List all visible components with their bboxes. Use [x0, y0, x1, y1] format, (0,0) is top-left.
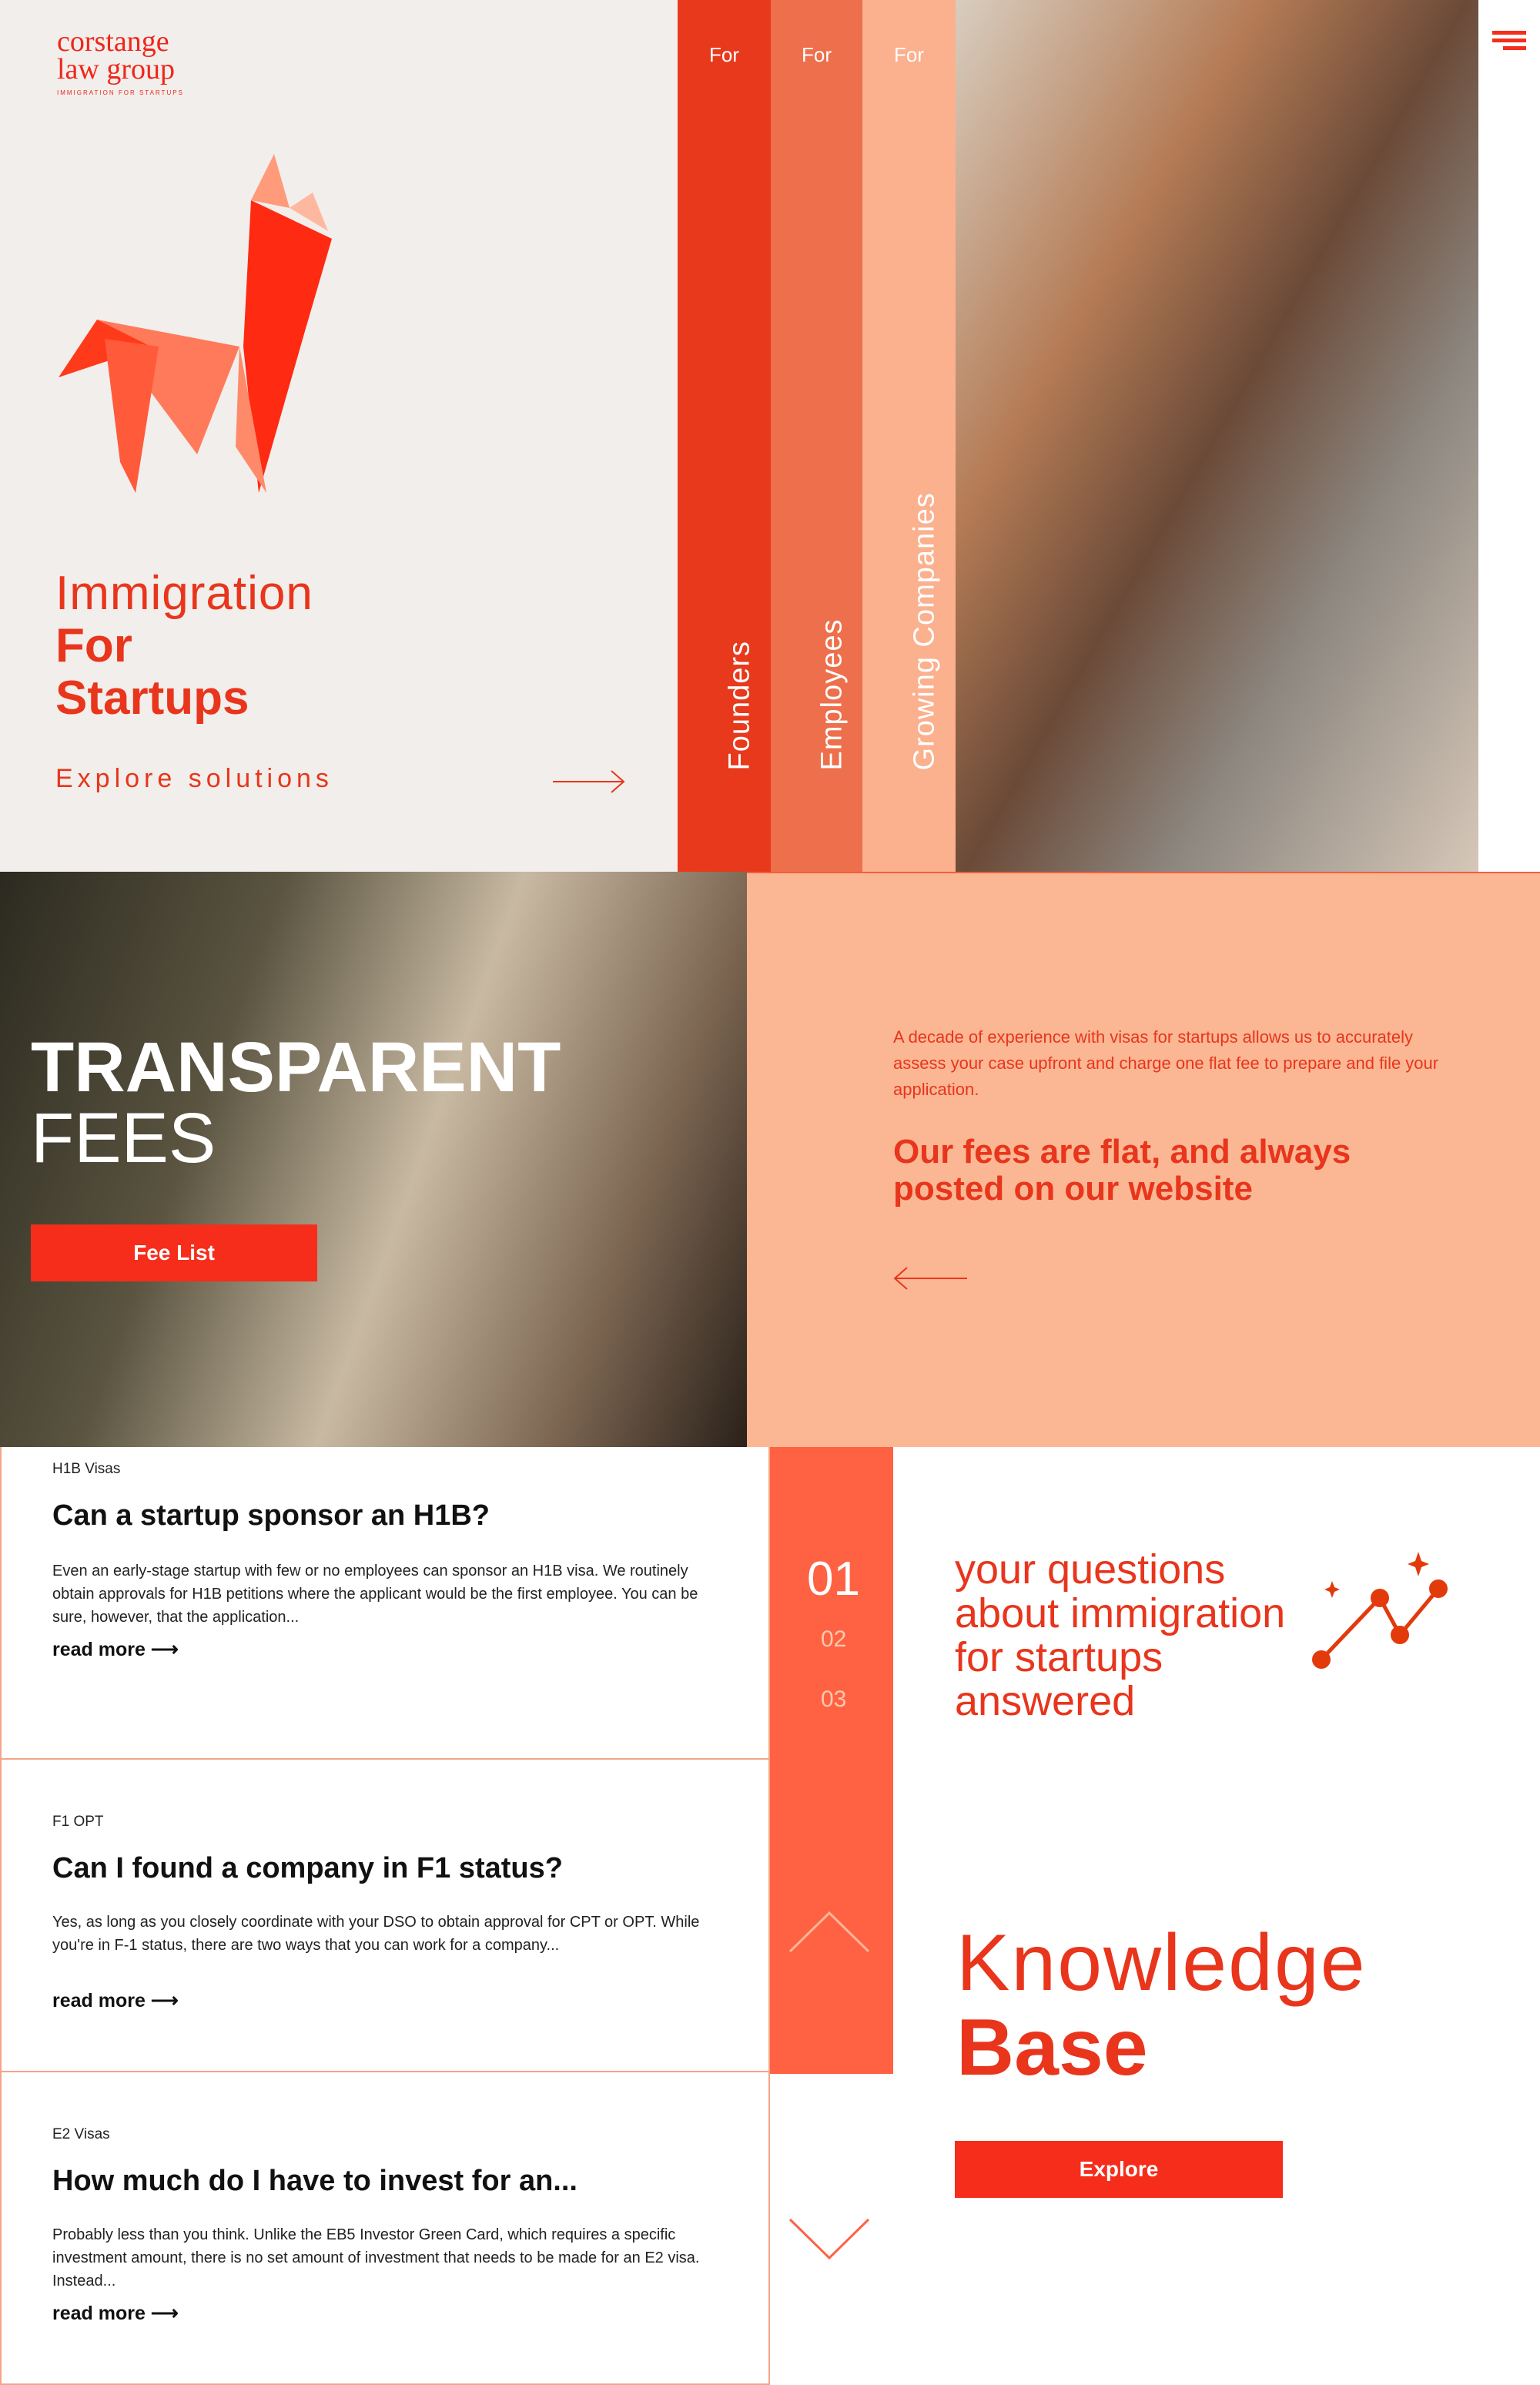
article-card[interactable]: E2 Visas How much do I have to invest for… [0, 2072, 770, 2385]
arrow-right-icon: ⟶ [150, 1639, 179, 1660]
llama-logo-icon [59, 154, 332, 493]
kb-intro: your questions about immigration for sta… [955, 1546, 1286, 1724]
pager-item-02[interactable]: 02 [821, 1626, 846, 1653]
column-growing-companies[interactable]: For Growing Companies [862, 0, 956, 872]
growth-chart-icon [1312, 1552, 1448, 1669]
logo[interactable]: corstange law group IMMIGRATION FOR STARTU… [57, 27, 184, 97]
logo-tagline: IMMIGRATION FOR STARTUPS [57, 89, 184, 96]
hamburger-menu-icon[interactable] [1492, 29, 1526, 51]
read-more-link[interactable]: read more ⟶ [52, 1638, 179, 1661]
fees-title-2: FEES [31, 1099, 216, 1177]
read-more-link[interactable]: read more ⟶ [52, 1989, 179, 2012]
column-founders[interactable]: For Founders [678, 0, 771, 872]
hero-title: Immigration [55, 567, 313, 620]
explore-button[interactable]: Explore [955, 2141, 1283, 2198]
arrow-right-icon[interactable] [551, 766, 628, 797]
arrow-right-icon: ⟶ [150, 1990, 179, 2012]
fees-body: A decade of experience with visas for st… [893, 1027, 1439, 1099]
read-more-link[interactable]: read more ⟶ [52, 2302, 179, 2325]
arrow-left-icon[interactable] [892, 1263, 969, 1294]
pager-item-01[interactable]: 01 [807, 1552, 860, 1606]
arrow-right-icon: ⟶ [150, 2303, 179, 2324]
chevron-up-icon[interactable] [787, 1908, 872, 1955]
pager-bar [770, 1447, 893, 2074]
fee-list-button[interactable]: Fee List [31, 1224, 317, 1281]
fees-title: TRANSPARENT [31, 1028, 561, 1107]
fees-headline: Our fees are flat, and always posted on … [893, 1133, 1351, 1208]
logo-line2: law group [57, 53, 176, 85]
menu-strip [1478, 0, 1540, 872]
chevron-down-icon[interactable] [787, 2216, 872, 2263]
hero-photo [956, 0, 1478, 872]
kb-title-bold: Base [956, 2003, 1148, 2092]
article-card[interactable]: H1B Visas Can a startup sponsor an H1B? Ev… [0, 1447, 770, 1760]
explore-solutions-link[interactable]: Explore solutions [55, 764, 333, 794]
kb-title: Knowledge [956, 1918, 1367, 2008]
column-employees[interactable]: For Employees [771, 0, 862, 872]
pager-item-03[interactable]: 03 [821, 1687, 846, 1713]
hero-title-bold: For Startups [55, 619, 249, 725]
article-card[interactable]: F1 OPT Can I found a company in F1 status… [0, 1760, 770, 2072]
